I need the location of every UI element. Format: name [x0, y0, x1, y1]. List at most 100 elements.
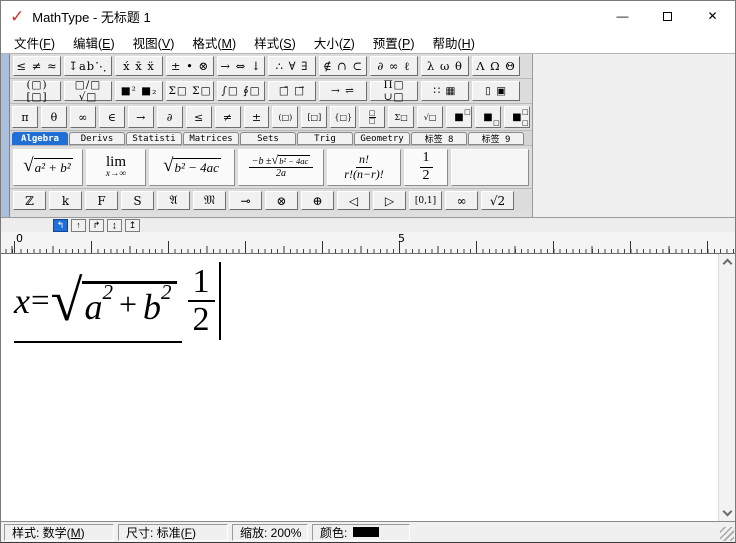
- menu-help[interactable]: 帮助(H): [423, 30, 483, 55]
- menu-view[interactable]: 视图(V): [124, 30, 184, 55]
- tab-stop-right-button[interactable]: ↱: [89, 218, 104, 232]
- palette-set-theory-symbols[interactable]: ∉ ∩ ⊂: [319, 56, 367, 76]
- button-root-template[interactable]: √□: [417, 106, 444, 128]
- palette-arrow-symbols[interactable]: → ⇔ ↓: [217, 56, 265, 76]
- palette-matrix-templates[interactable]: ∷ ▦: [421, 81, 469, 101]
- palette-underbar-overbar-templates[interactable]: □̄ □⃗: [268, 81, 316, 101]
- button-subsup-template[interactable]: ■ □ □: [503, 106, 530, 128]
- button-brace-template[interactable]: {□}: [330, 106, 357, 128]
- palette-fraction-radical-templates[interactable]: □/□ √□: [64, 79, 112, 103]
- template-palette-row: (□) [□] □/□ √□ ■² ■₂ Σ□ Σ□ ∫□ ∮□ □̄ □⃗ →…: [10, 79, 532, 104]
- menu-style[interactable]: 样式(S): [245, 30, 305, 55]
- button-partial[interactable]: ∂: [156, 106, 183, 128]
- template-binomial-ratio[interactable]: n! r!(n−r)!: [327, 148, 401, 186]
- button-paren-template[interactable]: (□): [272, 106, 299, 128]
- template-limit[interactable]: lim x→∞: [86, 148, 146, 186]
- toolbar-grab-strip[interactable]: [1, 54, 10, 217]
- palette-embellishments[interactable]: x́ x̄ ẍ: [115, 56, 163, 76]
- user-symbol-bar: ℤ k F S 𝔄 𝔐 ⊸ ⊗ ⊕ ◁ ▷ [0,1] ∞ √2: [10, 189, 532, 212]
- button-not-equal[interactable]: ≠: [214, 106, 241, 128]
- equation-editing-area[interactable]: x = √ a 2 + b 2 12: [1, 254, 735, 521]
- button-multimap[interactable]: ⊸: [229, 191, 262, 210]
- tab-derivs[interactable]: Derivs: [69, 132, 125, 145]
- button-blackboard-z[interactable]: ℤ: [13, 191, 46, 210]
- palette-integral-templates[interactable]: ∫□ ∮□: [217, 81, 265, 101]
- scroll-up-icon[interactable]: [722, 258, 732, 269]
- menu-edit[interactable]: 编辑(E): [64, 30, 124, 55]
- button-infinity-2[interactable]: ∞: [445, 191, 478, 210]
- resize-grip-icon[interactable]: [720, 527, 734, 541]
- title-bar: ✓ MathType - 无标题 1 — ✕: [1, 1, 735, 31]
- button-letter-s[interactable]: S: [121, 191, 154, 210]
- button-sum-template[interactable]: Σ□: [388, 106, 415, 128]
- palette-greek-lowercase[interactable]: λ ω θ: [421, 56, 469, 76]
- button-theta[interactable]: θ: [40, 106, 67, 128]
- palette-fence-templates[interactable]: (□) [□]: [13, 79, 61, 103]
- button-letter-k[interactable]: k: [49, 191, 82, 210]
- ruler[interactable]: 0 5: [1, 232, 735, 254]
- minimize-button[interactable]: —: [600, 1, 645, 31]
- button-pi[interactable]: π: [12, 106, 38, 128]
- radicand: a 2 + b 2: [82, 281, 177, 328]
- button-fraction-template[interactable]: □ □: [359, 106, 386, 128]
- palette-sum-templates[interactable]: Σ□ Σ□: [166, 81, 214, 101]
- equation[interactable]: x = √ a 2 + b 2 12: [14, 262, 221, 343]
- menu-file[interactable]: 文件(F): [5, 30, 64, 55]
- tab-8[interactable]: 标签 8: [411, 132, 467, 145]
- button-fraktur-m[interactable]: 𝔐: [193, 191, 226, 210]
- button-plus-minus[interactable]: ±: [243, 106, 270, 128]
- button-superscript-template[interactable]: ■ □: [446, 106, 472, 128]
- button-fraktur-a[interactable]: 𝔄: [157, 191, 190, 210]
- equals-sign: =: [30, 282, 50, 319]
- tab-geometry[interactable]: Geometry: [354, 132, 410, 145]
- tab-trig[interactable]: Trig: [297, 132, 353, 145]
- insertion-caret: [218, 262, 221, 340]
- template-one-half[interactable]: 12: [404, 148, 448, 186]
- maximize-button[interactable]: [645, 1, 690, 31]
- button-circled-times[interactable]: ⊗: [265, 191, 298, 210]
- menu-preferences[interactable]: 预置(P): [364, 30, 424, 55]
- palette-box-templates[interactable]: ▯ ▣: [472, 81, 520, 101]
- tab-sets[interactable]: Sets: [240, 132, 296, 145]
- tab-stop-left-button[interactable]: ↰: [53, 218, 68, 232]
- button-element-of[interactable]: ∈: [98, 106, 125, 128]
- toolbar-panel: ≤ ≠ ≈ ↧ab⋱ x́ x̄ ẍ ± • ⊗ → ⇔ ↓ ∴ ∀ ∃ ∉ ∩…: [10, 54, 533, 217]
- template-quadratic-formula[interactable]: −b ± √ b² − 4ac 2a: [238, 148, 324, 186]
- template-sqrt-a2-plus-b2[interactable]: √ a² + b²: [13, 148, 83, 186]
- palette-relational-symbols[interactable]: ≤ ≠ ≈: [13, 56, 61, 76]
- tab-stop-center-button[interactable]: ↑: [71, 218, 86, 232]
- palette-spaces-ellipses[interactable]: ↧ab⋱: [64, 56, 112, 76]
- maximize-icon: [663, 11, 672, 21]
- button-less-equal[interactable]: ≤: [185, 106, 212, 128]
- button-letter-f[interactable]: F: [85, 191, 118, 210]
- button-triangle-left[interactable]: ◁: [337, 191, 370, 210]
- tab-stop-relational-button[interactable]: ↨: [107, 218, 122, 232]
- tab-algebra[interactable]: Algebra: [12, 132, 68, 145]
- button-triangle-right[interactable]: ▷: [373, 191, 406, 210]
- tab-statistics[interactable]: Statisti: [126, 132, 182, 145]
- button-circled-plus[interactable]: ⊕: [301, 191, 334, 210]
- tab-matrices[interactable]: Matrices: [183, 132, 239, 145]
- scroll-down-icon[interactable]: [722, 506, 732, 517]
- palette-misc-symbols[interactable]: ∂ ∞ ℓ: [370, 56, 418, 76]
- status-zoom: 缩放: 200%: [232, 523, 308, 541]
- palette-subscript-superscript-templates[interactable]: ■² ■₂: [115, 81, 163, 101]
- tab-9[interactable]: 标签 9: [468, 132, 524, 145]
- button-subscript-template[interactable]: ■ □: [475, 106, 501, 128]
- palette-product-set-templates[interactable]: Π□ ∪□: [370, 79, 418, 103]
- button-bracket-template[interactable]: [□]: [301, 106, 328, 128]
- button-sqrt-2[interactable]: √2: [481, 191, 514, 210]
- template-sqrt-b2-minus-4ac[interactable]: √ b² − 4ac: [149, 148, 235, 186]
- close-button[interactable]: ✕: [690, 1, 735, 31]
- palette-greek-uppercase[interactable]: Λ Ω Θ: [472, 56, 520, 76]
- button-interval-0-1[interactable]: [0,1]: [409, 191, 442, 210]
- palette-logic-symbols[interactable]: ∴ ∀ ∃: [268, 56, 316, 76]
- menu-format[interactable]: 格式(M): [183, 30, 245, 55]
- button-right-arrow[interactable]: →: [127, 106, 154, 128]
- tab-stop-decimal-button[interactable]: ↥: [125, 218, 140, 232]
- palette-operator-symbols[interactable]: ± • ⊗: [166, 56, 214, 76]
- vertical-scrollbar[interactable]: [718, 254, 735, 521]
- button-infinity[interactable]: ∞: [69, 106, 96, 128]
- menu-size[interactable]: 大小(Z): [305, 30, 364, 55]
- palette-labeled-arrow-templates[interactable]: → ⇌: [319, 81, 367, 101]
